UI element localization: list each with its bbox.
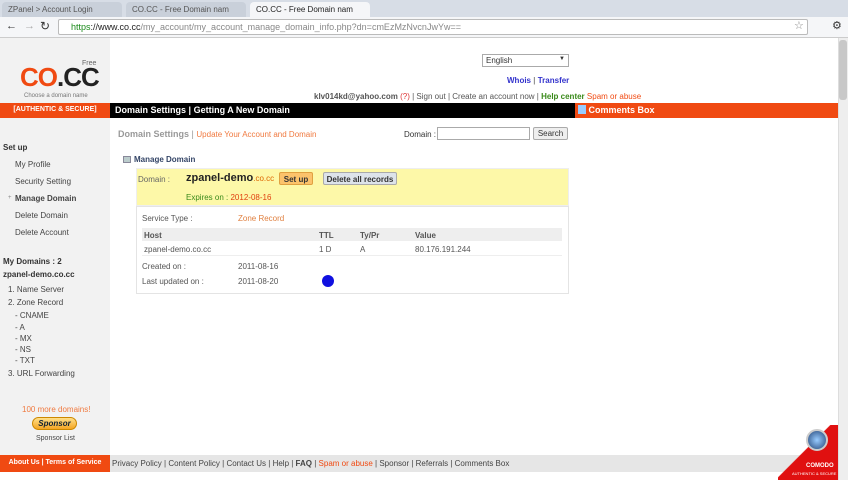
updated-label: Last updated on :: [142, 277, 204, 286]
cursor-highlight-icon: [322, 275, 334, 287]
sign-out-link[interactable]: Sign out: [416, 92, 445, 101]
address-bar[interactable]: https://www.co.cc/my_account/my_account_…: [58, 19, 808, 35]
footer-about-terms[interactable]: About Us | Terms of Service: [0, 455, 110, 472]
spam-link[interactable]: Spam or abuse: [587, 92, 641, 101]
comodo-badge[interactable]: COMODO AUTHENTIC & SECURE: [778, 425, 838, 480]
sidebar-ns[interactable]: - NS: [15, 345, 31, 354]
more-domains-link[interactable]: 100 more domains!: [22, 405, 90, 414]
nav-new-domain[interactable]: Getting A New Domain: [194, 105, 290, 115]
sidebar-manage-domain[interactable]: Manage Domain: [15, 194, 76, 203]
nav-domain-settings[interactable]: Domain Settings: [115, 105, 186, 115]
sidebar-name-server[interactable]: 1. Name Server: [8, 285, 64, 294]
language-select[interactable]: English ▼: [482, 54, 569, 67]
star-icon[interactable]: ☆: [794, 19, 804, 32]
logo[interactable]: CO.CC: [20, 62, 100, 93]
sidebar-security-setting[interactable]: Security Setting: [15, 177, 71, 186]
sidebar-delete-domain[interactable]: Delete Domain: [15, 211, 68, 220]
sidebar-zone-record[interactable]: 2. Zone Record: [8, 298, 63, 307]
transfer-link[interactable]: Transfer: [538, 76, 570, 85]
manage-domain-heading: Manage Domain: [134, 155, 196, 164]
sponsor-list-link[interactable]: Sponsor List: [36, 435, 75, 442]
browser-toolbar: ← → ↻ https://www.co.cc/my_account/my_ac…: [0, 17, 848, 38]
col-value: Value: [415, 231, 436, 240]
updated-date: 2011-08-20: [238, 277, 279, 286]
sidebar-mx[interactable]: - MX: [15, 334, 32, 343]
comments-icon: [578, 105, 586, 114]
sidebar-txt[interactable]: - TXT: [15, 356, 35, 365]
forward-icon[interactable]: →: [24, 20, 35, 32]
sidebar-url-forwarding[interactable]: 3. URL Forwarding: [8, 369, 75, 378]
expires-label: Expires on :: [186, 193, 229, 202]
help-question[interactable]: (?): [400, 92, 410, 101]
wrench-icon[interactable]: ⚙: [832, 19, 842, 32]
reload-icon[interactable]: ↻: [40, 19, 50, 33]
scrollbar-thumb[interactable]: [839, 40, 847, 100]
cell-value: 80.176.191.244: [415, 245, 471, 254]
created-label: Created on :: [142, 262, 187, 271]
col-ttl: TTL: [319, 231, 334, 240]
authentic-banner: [AUTHENTIC & SECURE]: [0, 103, 110, 118]
comodo-subtext: AUTHENTIC & SECURE: [792, 471, 837, 476]
sidebar-my-profile[interactable]: My Profile: [15, 160, 51, 169]
footer-comments[interactable]: Comments Box: [455, 459, 510, 468]
sponsor-button[interactable]: Sponsor: [32, 417, 77, 430]
url-scheme: https: [71, 22, 91, 32]
footer-help[interactable]: Help: [273, 459, 289, 468]
cell-host: zpanel-demo.co.cc: [144, 245, 212, 254]
search-label: Domain :: [404, 130, 437, 139]
my-domains-heading: My Domains : 2: [3, 257, 62, 266]
create-account-link[interactable]: Create an account now: [452, 92, 534, 101]
comodo-text: COMODO: [806, 463, 834, 469]
breadcrumb-domain-settings[interactable]: Domain Settings: [118, 129, 189, 139]
user-email: klv014kd@yahoo.com: [314, 92, 398, 101]
tab-coco-active[interactable]: CO.CC - Free Domain nam: [250, 2, 370, 17]
domain-label: Domain :: [138, 175, 171, 184]
globe-icon: [806, 429, 828, 451]
scrollbar[interactable]: [838, 38, 848, 480]
footer-sponsor[interactable]: Sponsor: [379, 459, 409, 468]
sidebar-a[interactable]: - A: [15, 323, 25, 332]
domain-name: zpanel-demo: [186, 172, 254, 184]
footer-spam[interactable]: Spam or abuse: [319, 459, 373, 468]
service-type-label: Service Type :: [142, 214, 193, 223]
domain-tld: .co.cc: [253, 174, 275, 183]
setup-heading: Set up: [3, 143, 28, 152]
sidebar-delete-account[interactable]: Delete Account: [15, 228, 69, 237]
expires-date: 2012-08-16: [230, 193, 272, 202]
domain-search-input[interactable]: [437, 127, 530, 140]
expand-icon: +: [8, 195, 12, 201]
sidebar-cname[interactable]: - CNAME: [15, 311, 49, 320]
sidebar: [0, 38, 110, 455]
search-button[interactable]: Search: [533, 127, 568, 140]
delete-all-records-button[interactable]: Delete all records: [323, 172, 397, 185]
service-type-value: Zone Record: [238, 214, 285, 223]
created-date: 2011-08-16: [238, 262, 279, 271]
sidebar-domain[interactable]: zpanel-demo.co.cc: [3, 270, 75, 279]
setup-button[interactable]: Set up: [279, 172, 313, 185]
tab-coco-1[interactable]: CO.CC - Free Domain nam: [126, 2, 246, 17]
help-center-link[interactable]: Help center: [541, 92, 585, 101]
back-icon[interactable]: ←: [6, 20, 17, 32]
url-host: ://www.co.cc: [90, 22, 141, 32]
breadcrumb-update[interactable]: Update Your Account and Domain: [196, 130, 316, 139]
footer-referrals[interactable]: Referrals: [416, 459, 448, 468]
url-path: /my_account/my_account_manage_domain_inf…: [140, 22, 461, 32]
tab-bar: ZPanel > Account Login CO.CC - Free Doma…: [0, 0, 848, 17]
footer-content-policy[interactable]: Content Policy: [168, 459, 220, 468]
footer-contact[interactable]: Contact Us: [226, 459, 266, 468]
logo-tagline: Choose a domain name: [24, 93, 88, 99]
comments-box-tab[interactable]: Comments Box: [575, 103, 838, 118]
manage-domain-icon: [123, 156, 131, 163]
footer-privacy[interactable]: Privacy Policy: [112, 459, 162, 468]
whois-link[interactable]: Whois: [507, 76, 531, 85]
col-type: Ty/Pr: [360, 231, 380, 240]
footer-links: Privacy Policy | Content Policy | Contac…: [110, 455, 838, 472]
col-host: Host: [144, 231, 162, 240]
cell-ttl: 1 D: [319, 245, 332, 254]
cell-type: A: [360, 245, 366, 254]
table-header: [142, 228, 562, 241]
tab-zpanel[interactable]: ZPanel > Account Login: [2, 2, 122, 17]
footer-faq[interactable]: FAQ: [296, 459, 312, 468]
